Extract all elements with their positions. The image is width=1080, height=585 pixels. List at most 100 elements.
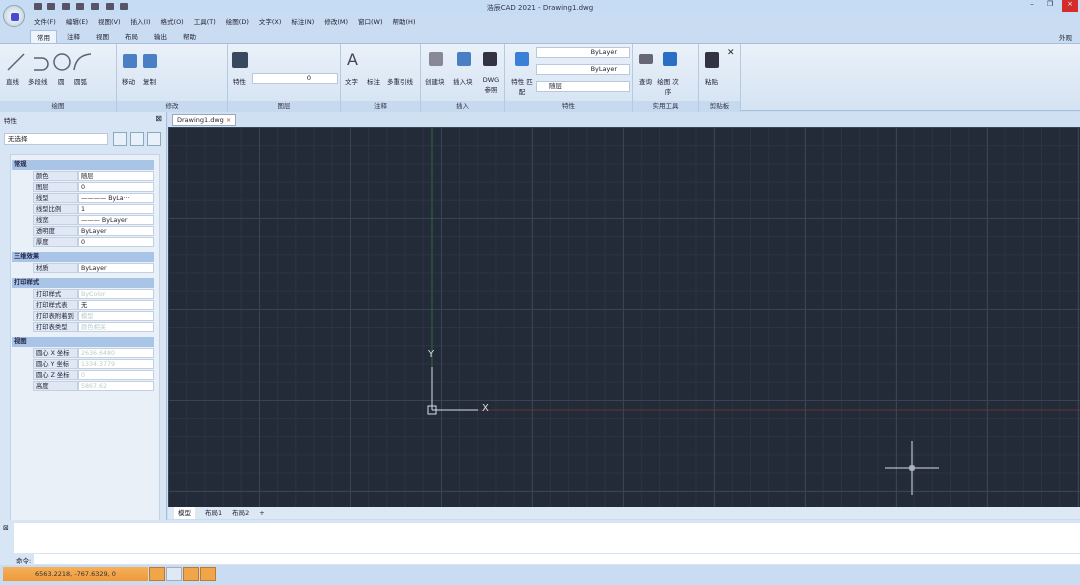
select-objects-button[interactable] bbox=[130, 132, 144, 146]
close-button[interactable]: × bbox=[1062, 0, 1078, 12]
color-dropdown[interactable]: 随层 bbox=[536, 81, 630, 92]
property-value[interactable]: 颜色相关 bbox=[78, 322, 154, 332]
property-value[interactable]: 1334.3779 bbox=[78, 359, 154, 369]
property-value[interactable]: 2636.6480 bbox=[78, 348, 154, 358]
menu-tools[interactable]: 工具(T) bbox=[194, 16, 216, 26]
section-header[interactable]: 三维效果 bbox=[12, 252, 154, 262]
property-value[interactable]: 随层 bbox=[78, 171, 154, 181]
menu-format[interactable]: 格式(O) bbox=[161, 16, 184, 26]
menu-help[interactable]: 帮助(H) bbox=[393, 16, 416, 26]
draw-order-tool[interactable]: 绘图 次序 bbox=[657, 76, 679, 96]
menu-modify[interactable]: 修改(M) bbox=[324, 16, 348, 26]
layer-properties-tool[interactable]: 特性 bbox=[233, 76, 246, 86]
property-row[interactable]: 圆心 X 坐标 2636.6480 bbox=[33, 348, 154, 358]
cut-icon[interactable]: ✕ bbox=[727, 48, 735, 58]
layer-dropdown[interactable]: 0 bbox=[252, 73, 338, 84]
property-row[interactable]: 高度 5867.62 bbox=[33, 381, 154, 391]
selection-dropdown[interactable]: 无选择 bbox=[4, 133, 108, 145]
menu-dimension[interactable]: 标注(N) bbox=[291, 16, 314, 26]
quick-select-button[interactable] bbox=[147, 132, 161, 146]
snap-toggle[interactable] bbox=[166, 567, 182, 581]
menu-draw[interactable]: 绘图(D) bbox=[226, 16, 249, 26]
redo-icon[interactable] bbox=[120, 3, 128, 10]
open-icon[interactable] bbox=[47, 3, 55, 10]
property-row[interactable]: 线型比例 1 bbox=[33, 204, 154, 214]
property-row[interactable]: 打印表附着到 模型 bbox=[33, 311, 154, 321]
toggle-pickadd-button[interactable] bbox=[113, 132, 127, 146]
section-header[interactable]: 视图 bbox=[12, 337, 154, 347]
command-input[interactable] bbox=[34, 554, 1080, 564]
property-row[interactable]: 打印样式表无 bbox=[33, 300, 154, 310]
menu-text[interactable]: 文字(X) bbox=[259, 16, 282, 26]
property-value[interactable]: 0 bbox=[78, 370, 154, 380]
property-row[interactable]: 材质 ByLayer bbox=[33, 263, 154, 273]
property-row[interactable]: 图层 0 bbox=[33, 182, 154, 192]
linetype-dropdown[interactable]: ByLayer bbox=[536, 47, 630, 58]
property-row[interactable]: 打印表类型 颜色相关 bbox=[33, 322, 154, 332]
property-row[interactable]: 厚度 0 bbox=[33, 237, 154, 247]
tab-view[interactable]: 视图 bbox=[90, 30, 115, 43]
draw-group-label[interactable]: 绘图 bbox=[0, 101, 116, 112]
property-value[interactable]: ——— ByLayer bbox=[78, 215, 154, 225]
paste-tool[interactable]: 粘贴 bbox=[705, 76, 718, 86]
tab-help[interactable]: 帮助 bbox=[177, 30, 202, 43]
property-value[interactable]: 5867.62 bbox=[78, 381, 154, 391]
menu-file[interactable]: 文件(F) bbox=[34, 16, 56, 26]
tab-annotate[interactable]: 注释 bbox=[61, 30, 86, 43]
multileader-tool[interactable]: 多重引线 bbox=[387, 76, 413, 86]
property-row[interactable]: 圆心 Z 坐标 0 bbox=[33, 370, 154, 380]
polyline-tool[interactable]: 多段线 bbox=[28, 76, 48, 86]
property-row[interactable]: 打印样式 ByColor bbox=[33, 289, 154, 299]
tab-output[interactable]: 输出 bbox=[148, 30, 173, 43]
menu-insert[interactable]: 插入(I) bbox=[131, 16, 151, 26]
lineweight-dropdown[interactable]: ByLayer bbox=[536, 64, 630, 75]
close-tab-icon[interactable]: × bbox=[226, 116, 231, 124]
tab-model[interactable]: 模型 bbox=[174, 507, 195, 519]
property-value[interactable]: 0 bbox=[78, 237, 154, 247]
property-row[interactable]: 线宽 ——— ByLayer bbox=[33, 215, 154, 225]
property-value[interactable]: ByLayer bbox=[78, 226, 154, 236]
new-icon[interactable] bbox=[34, 3, 42, 10]
property-value[interactable]: ———— ByLa··· bbox=[78, 193, 154, 203]
section-header[interactable]: 打印样式 bbox=[12, 278, 154, 288]
undo-icon[interactable] bbox=[106, 3, 114, 10]
dimension-tool[interactable]: 标注 bbox=[367, 76, 380, 86]
move-tool[interactable]: 移动 bbox=[122, 76, 135, 86]
property-value[interactable]: 0 bbox=[78, 182, 154, 192]
property-row[interactable]: 透明度 ByLayer bbox=[33, 226, 154, 236]
property-value[interactable]: ByColor bbox=[78, 289, 154, 299]
property-value[interactable]: ByLayer bbox=[78, 263, 154, 273]
property-row[interactable]: 线型 ———— ByLa··· bbox=[33, 193, 154, 203]
tab-layout1[interactable]: 布局1 bbox=[205, 507, 222, 519]
tab-home[interactable]: 常用 bbox=[30, 30, 57, 43]
menu-view[interactable]: 视图(V) bbox=[98, 16, 121, 26]
print-icon[interactable] bbox=[91, 3, 99, 10]
create-block-tool[interactable]: 创建块 bbox=[425, 76, 445, 86]
menu-window[interactable]: 窗口(W) bbox=[358, 16, 383, 26]
copy-tool[interactable]: 复制 bbox=[143, 76, 156, 86]
ortho-toggle[interactable] bbox=[183, 567, 199, 581]
save-as-icon[interactable] bbox=[76, 3, 84, 10]
line-tool[interactable]: 直线 bbox=[6, 76, 19, 86]
close-panel-icon[interactable]: ⊠ bbox=[155, 114, 162, 123]
grid-toggle[interactable] bbox=[149, 567, 165, 581]
section-header[interactable]: 常规 bbox=[12, 160, 154, 170]
property-value[interactable]: 1 bbox=[78, 204, 154, 214]
insert-block-tool[interactable]: 插入块 bbox=[453, 76, 473, 86]
tab-layout[interactable]: 布局 bbox=[119, 30, 144, 43]
query-tool[interactable]: 查询 bbox=[639, 76, 652, 86]
dwg-reference-tool[interactable]: DWG 参照 bbox=[479, 76, 503, 94]
match-properties-tool[interactable]: 特性 匹配 bbox=[509, 76, 535, 96]
tab-layout2[interactable]: 布局2 bbox=[232, 507, 249, 519]
annotation-group-label[interactable]: 注释 bbox=[341, 101, 420, 112]
circle-tool[interactable]: 圆 bbox=[58, 76, 65, 86]
drawing-canvas[interactable]: Y X bbox=[168, 127, 1080, 507]
text-tool[interactable]: 文字 bbox=[345, 76, 358, 86]
document-tab[interactable]: Drawing1.dwg × bbox=[172, 114, 237, 126]
property-row[interactable]: 圆心 Y 坐标 1334.3779 bbox=[33, 359, 154, 369]
command-close-icon[interactable]: ⊠ bbox=[3, 524, 9, 532]
app-menu-button[interactable] bbox=[3, 5, 25, 27]
property-row[interactable]: 颜色 随层 bbox=[33, 171, 154, 181]
minimize-button[interactable]: – bbox=[1024, 0, 1040, 12]
property-value[interactable]: 模型 bbox=[78, 311, 154, 321]
